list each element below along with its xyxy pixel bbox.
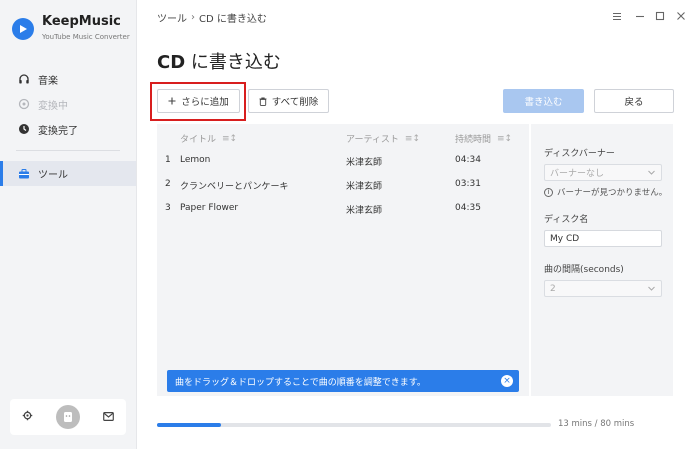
sidebar-item-label: 変換完了 (38, 125, 78, 137)
table-row[interactable]: 1 Lemon 米津玄師 04:34 (157, 148, 529, 172)
burner-select[interactable]: バーナーなし (544, 164, 662, 181)
maximize-icon[interactable] (653, 9, 667, 23)
sidebar-divider (16, 150, 120, 151)
column-header-artist[interactable]: アーティスト ≡↕ (346, 132, 421, 146)
burn-button[interactable]: 書き込む (503, 89, 584, 113)
table-row[interactable]: 2 クランベリーとパンケーキ 米津玄師 03:31 (157, 172, 529, 196)
close-icon[interactable]: × (501, 375, 513, 387)
breadcrumb-item-tools[interactable]: ツール (157, 10, 187, 25)
sort-icon: ≡↕ (222, 133, 238, 144)
disc-settings-panel: ディスクバーナー バーナーなし i バーナーが見つかりません。 ディスク名 My… (531, 124, 673, 396)
sidebar-item-tools[interactable]: ツール (0, 161, 136, 186)
brand: KeepMusic YouTube Music Converter (12, 14, 130, 43)
converting-icon (18, 98, 30, 110)
burner-label: ディスクバーナー (544, 149, 615, 159)
sidebar-item-music[interactable]: 音楽 (0, 68, 136, 90)
minimize-icon[interactable] (633, 9, 647, 23)
settings-icon[interactable] (22, 410, 33, 424)
app-name: KeepMusic (42, 14, 121, 29)
keepmusic-logo-icon (12, 17, 34, 40)
sidebar-item-converting[interactable]: 変換中 (0, 93, 136, 115)
gap-select[interactable]: 2 (544, 280, 662, 297)
main-area: ツール › CD に書き込む CD に書き込む さらに追加 すべて削除 書き込む… (137, 0, 700, 449)
drag-hint-banner: 曲をドラッグ＆ドロップすることで曲の順番を調整できます。 × (167, 370, 519, 392)
table-row[interactable]: 3 Paper Flower 米津玄師 04:35 (157, 196, 529, 220)
mail-icon[interactable] (103, 411, 114, 424)
page-title: CD に書き込む (157, 52, 281, 73)
breadcrumb-item-current: CD に書き込む (199, 14, 267, 25)
breadcrumb-separator: › (191, 12, 195, 23)
sidebar-item-label: 変換中 (38, 100, 68, 112)
menu-icon[interactable] (610, 9, 624, 23)
trash-icon (259, 97, 267, 106)
chevron-down-icon (647, 284, 656, 296)
sort-icon: ≡↕ (497, 133, 513, 144)
chevron-down-icon (647, 168, 656, 180)
capacity-text: 13 mins / 80 mins (558, 419, 635, 429)
capacity-progress-fill (157, 423, 222, 427)
sort-icon: ≡↕ (404, 133, 421, 144)
app-subtitle: YouTube Music Converter (42, 33, 130, 41)
sidebar-item-label: 音楽 (38, 75, 58, 87)
sidebar-item-label: ツール (38, 170, 68, 181)
headphones-icon (18, 73, 30, 85)
clock-icon (18, 123, 30, 135)
burner-hint: i バーナーが見つかりません。 (544, 186, 667, 198)
highlight-box (150, 82, 246, 121)
gap-label: 曲の間隔(seconds) (544, 265, 624, 275)
sidebar-item-converted[interactable]: 変換完了 (0, 118, 136, 140)
capacity-progress-bar (157, 423, 551, 427)
disc-name-input[interactable]: My CD (544, 230, 662, 247)
back-button[interactable]: 戻る (594, 89, 674, 113)
disc-name-label: ディスク名 (544, 215, 589, 225)
column-header-duration[interactable]: 持続時間 ≡↕ (455, 132, 513, 146)
track-list: タイトル ≡↕ アーティスト ≡↕ 持続時間 ≡↕ 1 Lemon 米津玄師 04:3… (157, 124, 529, 396)
delete-all-button[interactable]: すべて削除 (248, 89, 329, 113)
sidebar: KeepMusic YouTube Music Converter 音楽 変換中… (0, 0, 137, 449)
avatar[interactable] (56, 405, 80, 429)
toolbox-icon (18, 168, 30, 180)
info-icon: i (544, 187, 553, 197)
close-icon[interactable] (674, 9, 688, 23)
sidebar-footer (10, 399, 126, 435)
breadcrumb: ツール › CD に書き込む (157, 10, 267, 25)
column-header-title[interactable]: タイトル ≡↕ (180, 132, 238, 146)
